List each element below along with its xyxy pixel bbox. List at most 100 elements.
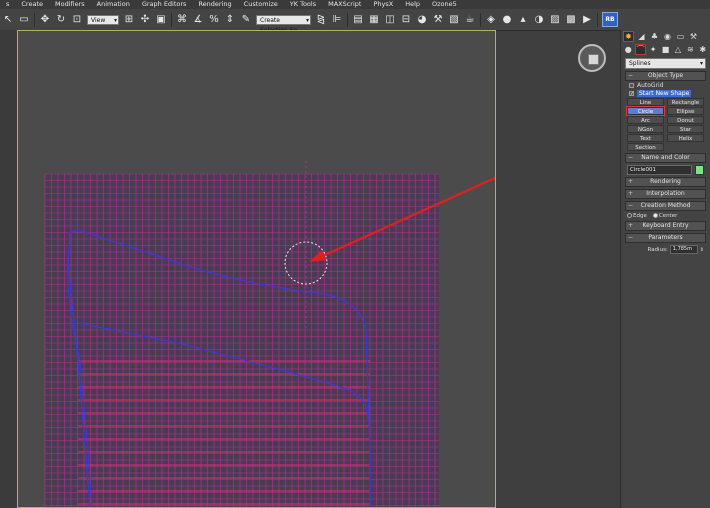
menu-item[interactable]: Create	[15, 0, 49, 9]
render-frame-window-icon[interactable]: ▨	[549, 14, 561, 26]
render-iterative-icon[interactable]: ▴	[517, 14, 529, 26]
start-new-shape-checkbox[interactable]: ✓	[629, 91, 634, 97]
scale-icon[interactable]: ⊡	[71, 14, 83, 26]
schematic-view-icon[interactable]: ⊟	[400, 14, 412, 26]
start-new-shape-row[interactable]: ✓ Start New Shape	[629, 90, 702, 97]
perspective-viewport[interactable]	[17, 30, 496, 508]
object-type-button-section[interactable]: Section	[627, 143, 664, 151]
edge-radio-option[interactable]: Edge	[627, 213, 647, 219]
menu-item[interactable]: Animation	[91, 0, 136, 9]
keyboard-shortcut-icon[interactable]: ▣	[155, 14, 167, 26]
select-manipulate-icon[interactable]: ✣	[139, 14, 151, 26]
object-name-field[interactable]: Circle001	[627, 165, 692, 175]
systems-icon[interactable]: ✱	[698, 44, 708, 55]
render-production-icon[interactable]: ☕	[464, 14, 476, 26]
object-color-swatch[interactable]	[695, 165, 704, 175]
menu-item[interactable]: PhysX	[367, 0, 399, 9]
object-type-button-rectangle[interactable]: Rectangle	[667, 98, 704, 106]
object-type-button-ngon[interactable]: NGon	[627, 125, 664, 133]
menu-item[interactable]: Graph Editors	[136, 0, 193, 9]
creation-method-options: Edge Center	[627, 213, 704, 219]
center-label: Center	[658, 213, 678, 219]
expand-icon: +	[628, 222, 634, 229]
name-and-color-rollout[interactable]: − Name and Color	[625, 153, 706, 163]
object-type-button-circle[interactable]: Circle	[626, 106, 665, 116]
rollout-title: Keyboard Entry	[642, 222, 689, 229]
start-new-shape-button[interactable]: Start New Shape	[637, 90, 692, 97]
render-active-shade-icon[interactable]: ◑	[533, 14, 545, 26]
parameters-rollout[interactable]: − Parameters	[625, 233, 706, 243]
angle-snap-icon[interactable]: ∡	[192, 14, 204, 26]
interpolation-rollout[interactable]: + Interpolation	[625, 189, 706, 199]
object-type-button-ellipse[interactable]: Ellipse	[667, 107, 704, 115]
menu-item[interactable]: Rendering	[192, 0, 237, 9]
move-icon[interactable]: ✥	[39, 14, 51, 26]
object-type-button-donut[interactable]: Donut	[667, 116, 704, 124]
teapot-icon[interactable]: ●	[501, 14, 513, 26]
menu-item[interactable]: Customize	[238, 0, 284, 9]
percent-snap-icon[interactable]: %	[208, 14, 220, 26]
create-tab-icon[interactable]: ✸	[623, 31, 634, 42]
center-radio-option[interactable]: Center	[652, 213, 678, 219]
radius-spinner[interactable]: 1,785m	[669, 245, 698, 254]
snap-3d-icon[interactable]: ⌘	[176, 14, 188, 26]
viewport-canvas	[44, 161, 495, 507]
render-last-icon[interactable]: ▶	[581, 14, 593, 26]
cameras-icon[interactable]: ■	[660, 44, 670, 55]
material-editor-icon[interactable]: ◕	[416, 14, 428, 26]
render-setup-icon[interactable]: ⚒	[432, 14, 444, 26]
rect-region-icon[interactable]: ▭	[18, 14, 30, 26]
pivot-center-icon[interactable]: ⊞	[123, 14, 135, 26]
menu-item[interactable]: s	[0, 0, 15, 9]
menu-item[interactable]: Ozone5	[426, 0, 463, 9]
object-type-button-line[interactable]: Line	[627, 98, 664, 106]
menu-item[interactable]: Help	[399, 0, 426, 9]
spinner-snap-icon[interactable]: ⇕	[224, 14, 236, 26]
graphite-ribbon-icon[interactable]: ▦	[368, 14, 380, 26]
select-arrow-icon[interactable]: ↖	[2, 14, 14, 26]
layer-manager-icon[interactable]: ▤	[352, 14, 364, 26]
menu-item[interactable]: MAXScript	[322, 0, 367, 9]
object-type-rollout[interactable]: − Object Type	[625, 71, 706, 81]
rendering-rollout[interactable]: + Rendering	[625, 177, 706, 187]
creation-method-rollout[interactable]: − Creation Method	[625, 201, 706, 211]
object-type-button-text[interactable]: Text	[627, 134, 664, 142]
autogrid-checkbox-row[interactable]: AutoGrid	[629, 82, 702, 89]
keyboard-entry-rollout[interactable]: + Keyboard Entry	[625, 221, 706, 231]
named-selection-set-dropdown[interactable]: Create Selection Se	[256, 14, 311, 34]
rendered-frame-icon[interactable]: ▧	[448, 14, 460, 26]
display-tab-icon[interactable]: ▭	[675, 31, 686, 42]
edit-named-selection-icon[interactable]: ✎	[240, 14, 252, 26]
modify-tab-icon[interactable]: ◢	[636, 31, 647, 42]
viewcube-icon[interactable]	[578, 44, 606, 72]
environment-icon[interactable]: ▩	[565, 14, 577, 26]
hierarchy-tab-icon[interactable]: ♣	[649, 31, 660, 42]
create-category-icons: ● ⌒ ✦ ■ △ ≋ ✱	[621, 43, 710, 56]
category-dropdown[interactable]: Splines	[625, 58, 706, 69]
shapes-icon[interactable]: ⌒	[635, 44, 646, 55]
rotate-icon[interactable]: ↻	[55, 14, 67, 26]
collapse-icon: −	[628, 154, 634, 161]
geometry-icon[interactable]: ●	[623, 44, 633, 55]
mirror-icon[interactable]: ⧎	[315, 14, 327, 26]
menu-item[interactable]: YK Tools	[284, 0, 322, 9]
extra-tool-icon[interactable]: ◈	[485, 14, 497, 26]
motion-tab-icon[interactable]: ◉	[662, 31, 673, 42]
object-type-button-arc[interactable]: Arc	[627, 116, 664, 124]
object-type-button-helix[interactable]: Helix	[667, 134, 704, 142]
align-icon[interactable]: ⊫	[331, 14, 343, 26]
menu-item[interactable]: Modifiers	[49, 0, 91, 9]
spinner-arrows-icon[interactable]: ⇕	[700, 247, 704, 253]
rb-plugin-button[interactable]: RB	[602, 12, 618, 27]
edge-radio[interactable]	[627, 213, 632, 218]
autogrid-checkbox[interactable]	[629, 83, 634, 88]
helpers-icon[interactable]: △	[673, 44, 683, 55]
spacewarps-icon[interactable]: ≋	[685, 44, 695, 55]
curve-editor-icon[interactable]: ◫	[384, 14, 396, 26]
center-radio[interactable]	[652, 213, 658, 218]
left-gutter	[0, 30, 17, 508]
utilities-tab-icon[interactable]: ⚒	[688, 31, 699, 42]
lights-icon[interactable]: ✦	[648, 44, 658, 55]
reference-coordinate-dropdown[interactable]: View	[87, 14, 119, 26]
object-type-button-star[interactable]: Star	[667, 125, 704, 133]
